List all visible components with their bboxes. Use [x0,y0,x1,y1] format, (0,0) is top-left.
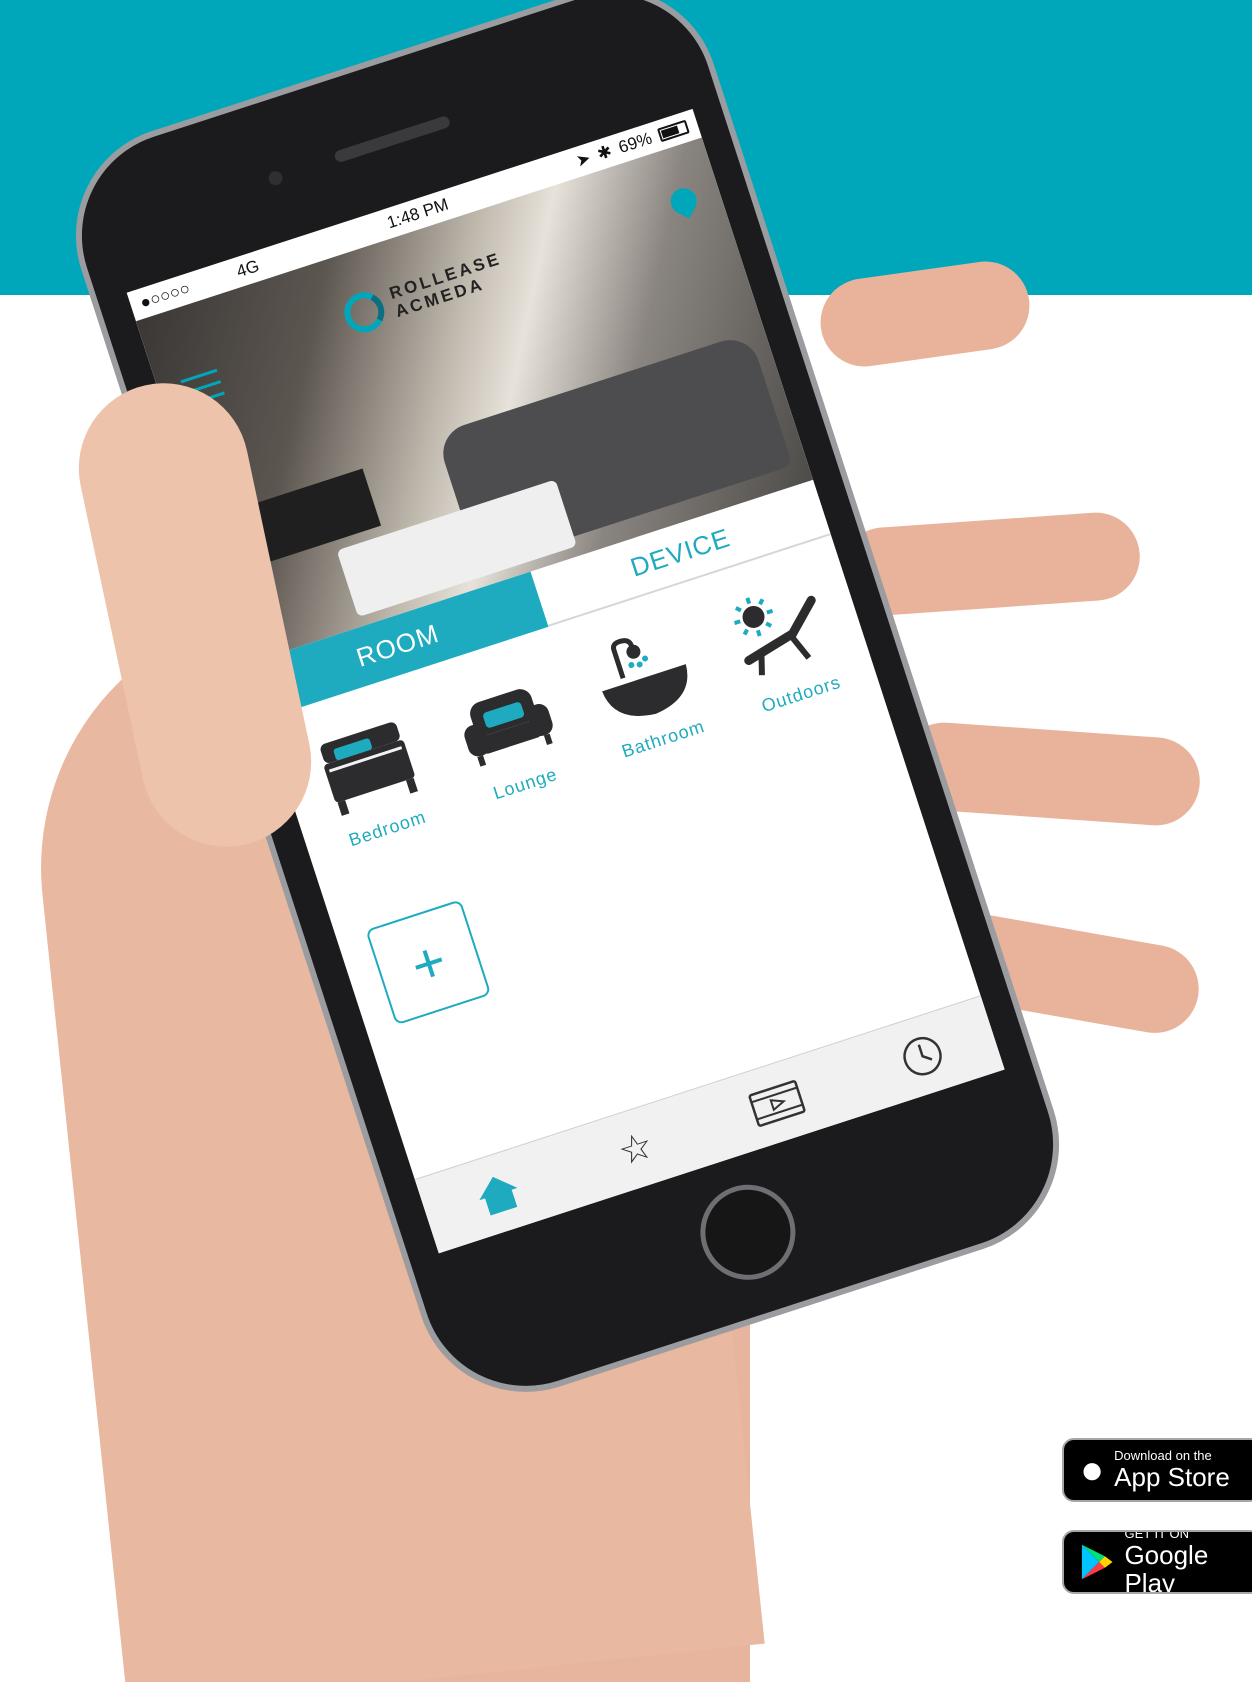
add-room-button[interactable]: + [365,899,492,1026]
app-store-big-text: App Store [1114,1462,1230,1492]
battery-percent: 69% [616,128,655,158]
room-lounge[interactable]: Lounge [432,660,588,814]
bed-icon [320,722,418,817]
app-store-small-text: Download on the [1114,1448,1212,1463]
room-bedroom[interactable]: Bedroom [294,704,450,858]
clock-icon[interactable] [896,1029,949,1082]
film-scene-icon[interactable] [746,1076,808,1130]
bluetooth-icon: ✱ [594,141,615,164]
google-play-logo-icon [1081,1544,1113,1580]
apple-logo-icon: ● [1080,1448,1105,1492]
app-store-badge[interactable]: ● Download on the App Store [1062,1438,1252,1502]
star-icon[interactable]: ☆ [613,1122,659,1175]
location-arrow-icon: ➤ [573,148,594,171]
google-play-big-text: Google Play [1124,1540,1209,1594]
carrier-label: 4G [234,256,262,282]
phone-home-button[interactable] [688,1172,808,1293]
brand-logo: ROLLEASE ACMEDA [339,248,510,338]
battery-icon [656,119,690,143]
google-play-badge[interactable]: GET IT ON Google Play [1062,1530,1252,1594]
room-outdoors[interactable]: Outdoors [708,570,864,724]
earpiece-speaker [333,114,452,164]
bathtub-shower-icon [601,638,687,717]
front-camera [266,169,285,187]
location-pin-icon[interactable] [666,183,702,219]
sun-lounger-icon [733,595,816,676]
sofa-icon [463,689,553,767]
brand-ring-icon [339,287,390,338]
home-icon[interactable] [471,1168,525,1220]
room-bathroom[interactable]: Bathroom [570,615,726,769]
